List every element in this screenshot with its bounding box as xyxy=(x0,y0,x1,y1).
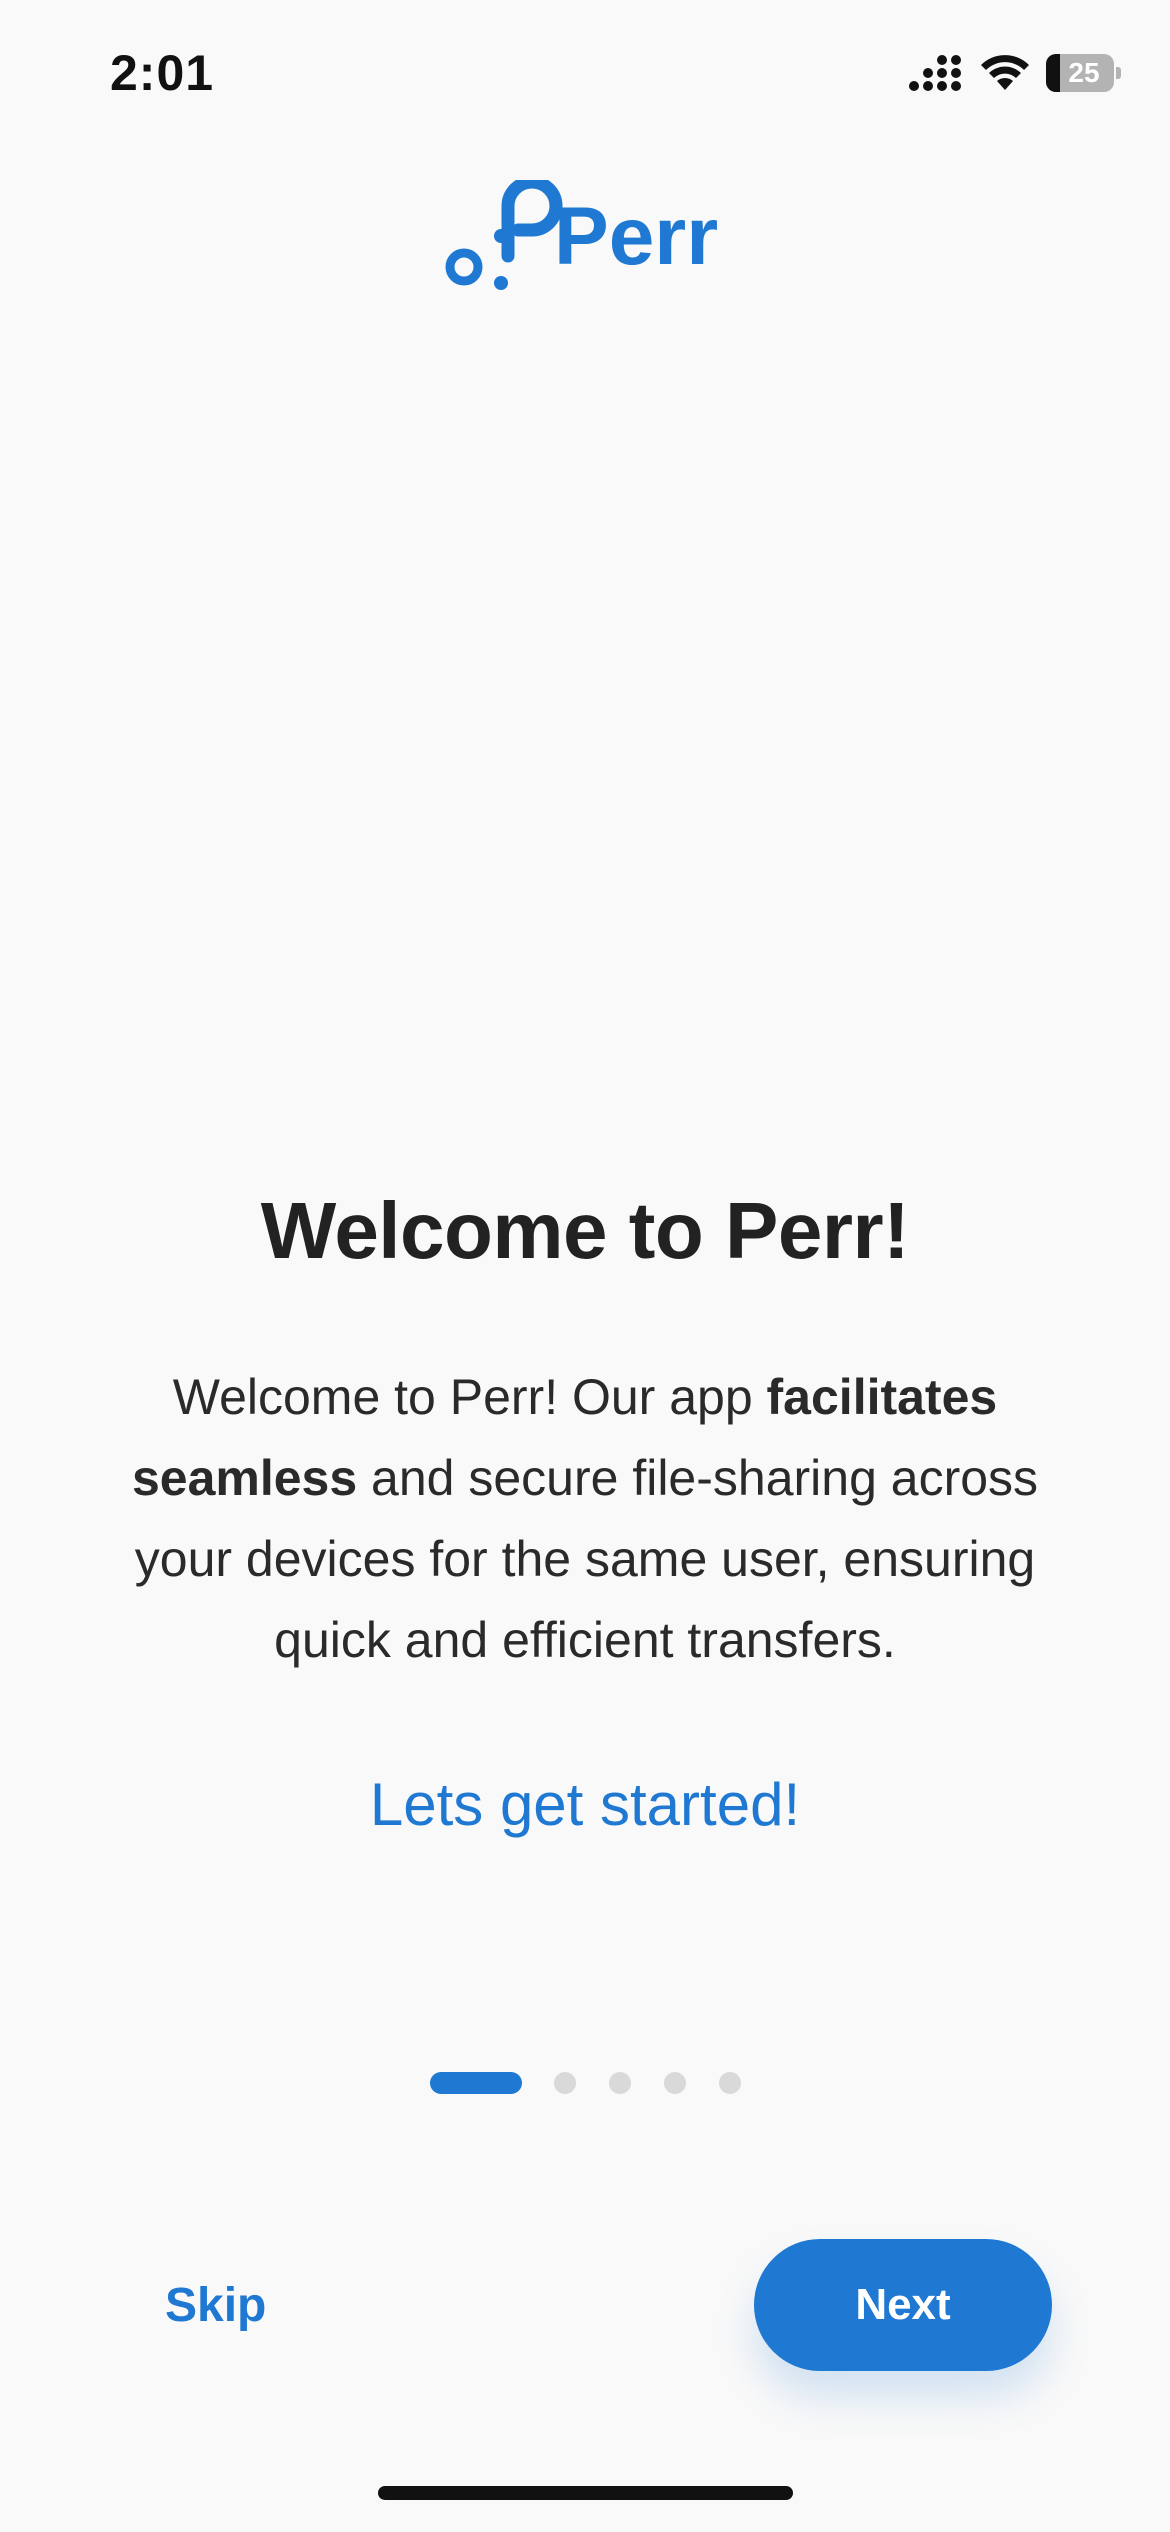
page-indicator-dot[interactable] xyxy=(554,2072,576,2094)
perr-logo: Perr xyxy=(445,180,718,290)
page-indicator-dot[interactable] xyxy=(609,2072,631,2094)
onboarding-screen: 2:01 25 Perr Welcome to Perr! Welcome to… xyxy=(0,0,1170,2532)
page-indicator-active[interactable] xyxy=(430,2072,522,2094)
status-icons: 25 xyxy=(908,50,1121,96)
skip-button[interactable]: Skip xyxy=(165,2278,266,2333)
get-started-text: Lets get started! xyxy=(369,1771,801,1838)
page-indicator-dot[interactable] xyxy=(719,2072,741,2094)
page-title: Welcome to Perr! xyxy=(260,1186,910,1275)
status-time: 2:01 xyxy=(110,45,215,101)
page-indicator xyxy=(430,2072,741,2094)
page-indicator-dot[interactable] xyxy=(664,2072,686,2094)
battery-icon: 25 xyxy=(1046,54,1121,92)
home-indicator[interactable] xyxy=(378,2486,793,2500)
description-part-1: Welcome to Perr! Our app xyxy=(172,1369,767,1425)
logo-text: Perr xyxy=(554,191,718,282)
wifi-icon xyxy=(981,55,1029,90)
next-button[interactable]: Next xyxy=(754,2239,1052,2371)
cellular-signal-icon xyxy=(909,55,961,91)
battery-percent: 25 xyxy=(1068,57,1100,88)
onboarding-description: Welcome to Perr! Our app facilitates sea… xyxy=(120,1357,1050,1681)
